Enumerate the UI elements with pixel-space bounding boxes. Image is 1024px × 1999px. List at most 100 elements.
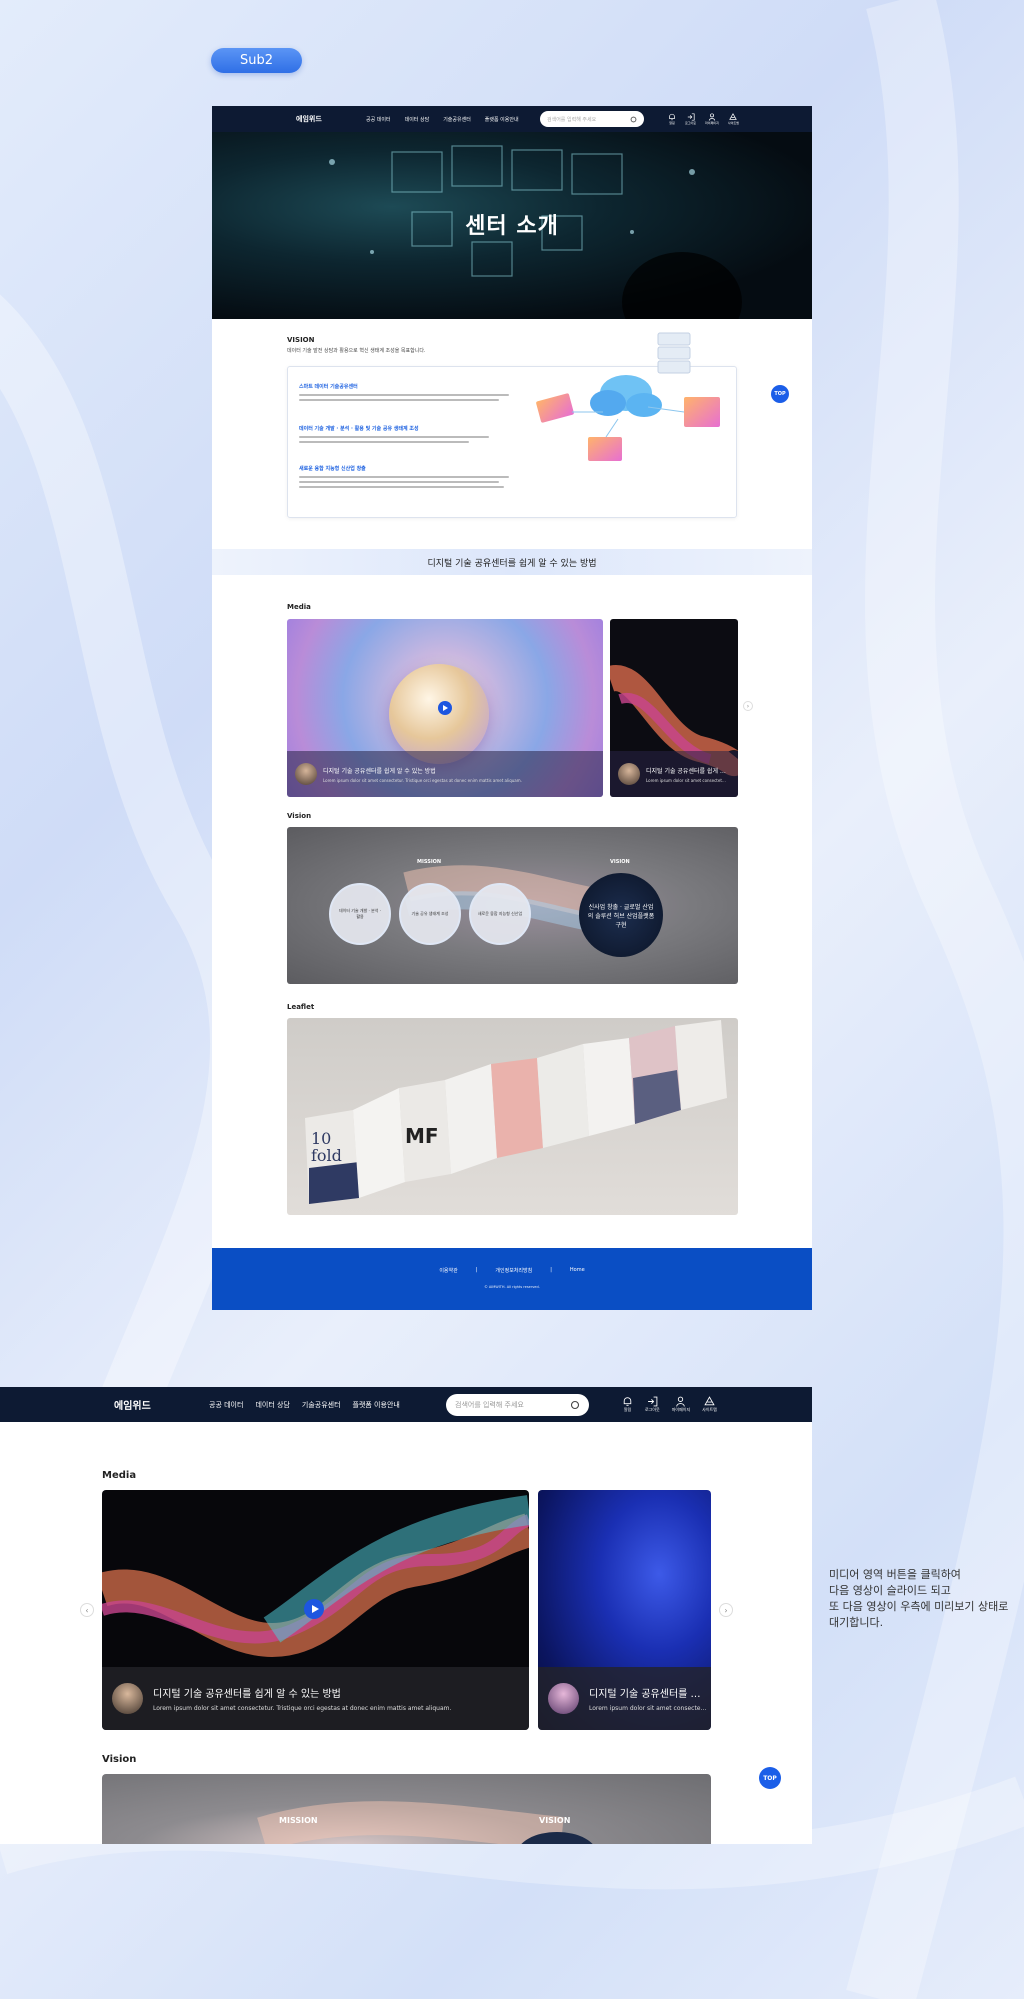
media-caption: 디지털 기술 공유센터를 쉽게 알 수 있는 방법 Lorem ipsum do… — [287, 751, 603, 797]
media-detail-screen: 에임위드 공공 데이터 데이터 상담 기술공유센터 플랫폼 이용안내 검색어를 … — [0, 1387, 812, 1844]
bell-icon — [623, 1397, 632, 1406]
mission-circle: 기술 공유 생태계 조성 — [399, 883, 461, 945]
menu-item-guide[interactable]: 플랫폼 이용안내 — [485, 116, 519, 123]
annotation-note: 미디어 영역 버튼을 클릭하여 다음 영상이 슬라이드 되고 또 다음 영상이 … — [829, 1567, 1008, 1631]
mypage-label: 마이페이지 — [705, 121, 719, 125]
sitemap-button[interactable]: 사이트맵 — [702, 1396, 717, 1413]
bell-label: 알림 — [623, 1407, 632, 1412]
top-button[interactable]: TOP — [771, 385, 789, 403]
leaflet-image: 10 fold MF — [287, 1018, 738, 1215]
vision-item-title: 스마트 데이터 기술공유센터 — [299, 384, 358, 390]
mission-label: MISSION — [417, 859, 442, 865]
search-icon[interactable] — [570, 1400, 580, 1410]
media-caption: 디지털 기술 공유센터를 쉽게 알 수 있는 방법 Lorem ipsum do… — [610, 751, 738, 797]
vision-diagram: MISSION VISION 데이터 기술 개발 · 분석 · 활용 기술 공유… — [287, 827, 738, 984]
media-title: 디지털 기술 공유센터를 쉽게 알 수 있는 방법 — [646, 767, 726, 775]
menu-item-consult[interactable]: 데이터 상담 — [405, 116, 430, 123]
media-subtitle: Lorem ipsum dolor sit amet consectetur. … — [153, 1705, 452, 1712]
carousel-next-button[interactable]: › — [719, 1603, 733, 1617]
vision-card: 스마트 데이터 기술공유센터 데이터 기술 개발 · 분석 · 활용 및 기술 … — [287, 332, 737, 518]
search-placeholder: 검색어를 입력해 주세요 — [547, 116, 597, 123]
media-title: 디지털 기술 공유센터를 쉽게 알 수 있는 방법 — [323, 767, 436, 775]
note-line: 다음 영상이 슬라이드 되고 — [829, 1584, 951, 1597]
footer-link-home[interactable]: Home — [570, 1267, 585, 1274]
sitemap-label: 사이트맵 — [702, 1407, 717, 1412]
logout-icon — [687, 113, 695, 121]
avatar — [112, 1683, 143, 1714]
chevron-left-icon: ‹ — [85, 1605, 89, 1615]
media-subtitle: Lorem ipsum dolor sit amet consectetur. — [589, 1705, 707, 1712]
leaflet-logo: MF — [405, 1124, 439, 1148]
avatar — [548, 1683, 579, 1714]
site-logo[interactable]: 에임위드 — [114, 1397, 209, 1412]
logout-icon — [647, 1396, 658, 1407]
media-caption: 디지털 기술 공유센터를 쉽게 알 수 있는 방법 Lorem ipsum do… — [538, 1667, 711, 1730]
vision-circle: 신사업 창출 · 글로벌 산업의 솔루션 허브 산업플랫폼 구현 — [579, 873, 663, 957]
top-button[interactable]: TOP — [759, 1767, 781, 1789]
carousel-next-button[interactable]: › — [743, 701, 753, 711]
carousel-prev-button[interactable]: ‹ — [80, 1603, 94, 1617]
search-placeholder: 검색어를 입력해 주세요 — [455, 1400, 524, 1409]
mypage-button[interactable]: 마이페이지 — [705, 113, 719, 125]
cloud-illustration — [536, 332, 720, 461]
media-card-preview[interactable]: 디지털 기술 공유센터를 쉽게 알 수 있는 방법 Lorem ipsum do… — [538, 1490, 711, 1730]
bell-button[interactable]: 알림 — [668, 113, 676, 125]
footer-copyright: © AIMWITH. All rights reserved. — [484, 1285, 540, 1289]
footer-link-terms[interactable]: 이용약관 — [439, 1267, 457, 1274]
media-card-main[interactable]: 디지털 기술 공유센터를 쉽게 알 수 있는 방법 Lorem ipsum do… — [287, 619, 603, 797]
media-caption: 디지털 기술 공유센터를 쉽게 알 수 있는 방법 Lorem ipsum do… — [102, 1667, 529, 1730]
sitemap-icon — [729, 113, 738, 120]
search-input[interactable]: 검색어를 입력해 주세요 — [540, 111, 644, 127]
vision-item: 스마트 데이터 기술공유센터 — [299, 383, 519, 404]
top-nav: 에임위드 공공 데이터 데이터 상담 기술공유센터 플랫폼 이용안내 검색어를 … — [212, 106, 812, 132]
vision-section-label: Vision — [287, 812, 312, 820]
vision-label-chart: VISION — [539, 1816, 571, 1825]
note-line: 대기합니다. — [829, 1616, 884, 1629]
folded-leaflet-art — [305, 1020, 727, 1204]
search-icon[interactable] — [630, 116, 637, 123]
hero-title: 센터 소개 — [465, 214, 559, 239]
chevron-right-icon: › — [746, 702, 750, 710]
sitemap-icon — [704, 1396, 715, 1406]
vision-section-label: Vision — [102, 1754, 137, 1765]
logout-label: 로그아웃 — [685, 121, 697, 125]
media-label: Media — [287, 603, 311, 611]
media-label: Media — [102, 1470, 137, 1481]
util-icons: 알림 로그아웃 마이페이지 사이트맵 — [622, 1396, 717, 1413]
avatar — [618, 763, 640, 785]
vision-diagram: MISSION VISION — [102, 1774, 711, 1844]
sitemap-label: 사이트맵 — [727, 121, 739, 125]
vision-item-title: 새로운 융합 지능형 신산업 창출 — [299, 466, 366, 472]
bell-button[interactable]: 알림 — [622, 1396, 633, 1413]
sitemap-button[interactable]: 사이트맵 — [728, 113, 739, 125]
menu-item-guide[interactable]: 플랫폼 이용안내 — [353, 1400, 400, 1410]
footer-link-privacy[interactable]: 개인정보처리방침 — [495, 1267, 532, 1274]
logout-button[interactable]: 로그아웃 — [645, 1396, 660, 1413]
leaflet-label: Leaflet — [287, 1003, 315, 1011]
logout-button[interactable]: 로그아웃 — [685, 113, 696, 125]
media-card-preview[interactable]: 디지털 기술 공유센터를 쉽게 알 수 있는 방법 Lorem ipsum do… — [610, 619, 738, 797]
util-icons: 알림 로그아웃 마이페이지 사이트맵 — [668, 113, 739, 125]
page-preview: 에임위드 공공 데이터 데이터 상담 기술공유센터 플랫폼 이용안내 검색어를 … — [212, 106, 812, 1310]
menu-item-tech-center[interactable]: 기술공유센터 — [443, 116, 471, 123]
menu-item-tech-center[interactable]: 기술공유센터 — [302, 1400, 341, 1410]
menu-item-consult[interactable]: 데이터 상담 — [255, 1400, 289, 1410]
menu-item-public-data[interactable]: 공공 데이터 — [209, 1400, 243, 1410]
mypage-label: 마이페이지 — [671, 1407, 691, 1412]
vision-label: VISION — [287, 336, 315, 344]
play-button[interactable] — [438, 701, 452, 715]
site-logo[interactable]: 에임위드 — [296, 114, 366, 124]
main-menu: 공공 데이터 데이터 상담 기술공유센터 플랫폼 이용안내 — [366, 116, 534, 123]
mypage-button[interactable]: 마이페이지 — [672, 1396, 690, 1413]
main-menu: 공공 데이터 데이터 상담 기술공유센터 플랫폼 이용안내 — [209, 1400, 446, 1410]
search-input[interactable]: 검색어를 입력해 주세요 — [446, 1393, 589, 1416]
menu-item-public-data[interactable]: 공공 데이터 — [366, 116, 391, 123]
media-sphere-art — [389, 664, 489, 764]
top-nav: 에임위드 공공 데이터 데이터 상담 기술공유센터 플랫폼 이용안내 검색어를 … — [0, 1387, 812, 1422]
hero-banner: 센터 소개 — [212, 132, 812, 319]
media-card-main[interactable]: 디지털 기술 공유센터를 쉽게 알 수 있는 방법 Lorem ipsum do… — [102, 1490, 529, 1730]
note-line: 또 다음 영상이 우측에 미리보기 상태로 — [829, 1600, 1009, 1613]
mission-label: MISSION — [279, 1816, 318, 1825]
play-button[interactable] — [304, 1599, 324, 1619]
media-subtitle: Lorem ipsum dolor sit amet consectetur. … — [323, 777, 522, 783]
